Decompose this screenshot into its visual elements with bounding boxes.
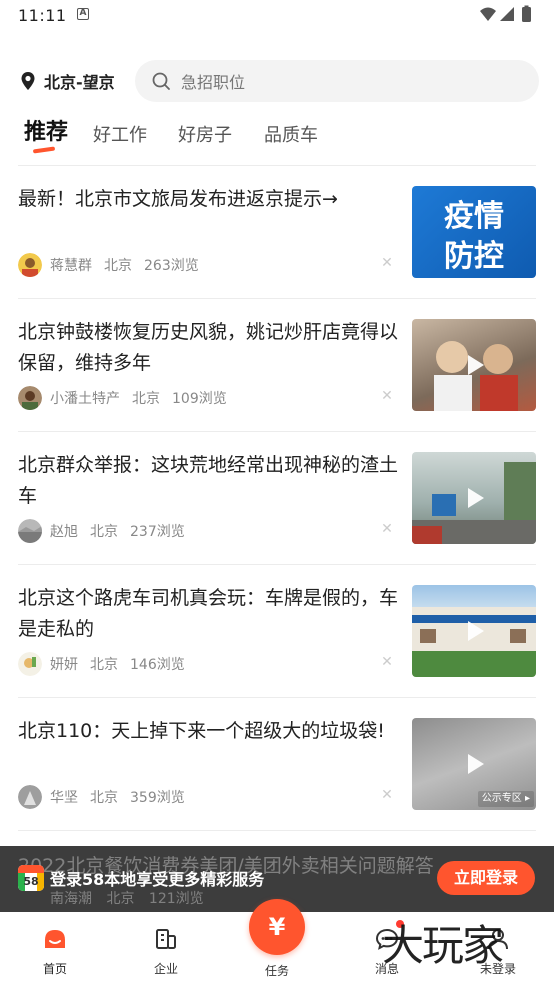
play-icon — [468, 621, 484, 641]
active-tab-indicator — [32, 146, 56, 154]
article-views: 146浏览 — [130, 657, 185, 673]
article-feed[interactable]: 最新！北京市文旅局发布进返京提示→ 蒋慧群 北京 263浏览 ✕ 疫情 防控 北… — [0, 166, 554, 866]
building-icon — [156, 929, 176, 949]
nav-home[interactable]: 首页 — [15, 926, 95, 977]
tab-jobs[interactable]: 好工作 — [93, 121, 147, 147]
article-author: 赵旭 — [50, 524, 78, 540]
article-author: 妍妍 — [50, 657, 78, 673]
location-selector[interactable]: 北京-望京 — [20, 68, 115, 94]
tab-housing[interactable]: 好房子 — [178, 121, 232, 147]
article-views: 109浏览 — [172, 391, 227, 407]
signal-icon — [500, 7, 514, 21]
article-author: 小潘土特产 — [50, 391, 120, 407]
article-city: 北京 — [90, 524, 118, 540]
article-meta: 华坚 北京 359浏览 — [18, 785, 197, 809]
play-icon — [468, 355, 484, 375]
tab-recommend[interactable]: 推荐 — [24, 114, 68, 146]
article-title: 最新！北京市文旅局发布进返京提示→ — [18, 188, 338, 210]
thumbnail-text-line2: 防控 — [444, 239, 504, 274]
article-title: 北京群众举报：这块荒地经常出现神秘的渣土车 — [18, 454, 399, 507]
article-views: 263浏览 — [144, 258, 199, 274]
notification-a-icon: A — [77, 8, 89, 20]
article-meta: 赵旭 北京 237浏览 — [18, 519, 197, 543]
battery-icon — [522, 7, 531, 22]
article-meta: 小潘土特产 北京 109浏览 — [18, 386, 239, 410]
article-city: 北京 — [132, 391, 160, 407]
thumbnail-text-line1: 疫情 — [444, 199, 504, 234]
location-pin-icon — [21, 72, 35, 90]
article-city: 北京 — [90, 657, 118, 673]
article-divider — [18, 830, 536, 831]
search-placeholder: 急招职位 — [181, 73, 246, 92]
article-author: 华坚 — [50, 790, 78, 806]
status-bar: 11:11 A — [0, 0, 554, 30]
article-video-thumbnail[interactable] — [412, 452, 536, 544]
public-notice-badge: 公示专区 ▸ — [477, 791, 534, 807]
article-item[interactable]: 北京群众举报：这块荒地经常出现神秘的渣土车 赵旭 北京 237浏览 ✕ — [18, 432, 536, 565]
app-logo-icon: 58 — [18, 865, 44, 891]
partial-article-meta: 南海潮 北京 121浏览 — [50, 888, 204, 908]
article-city: 北京 — [90, 790, 118, 806]
avatar — [18, 253, 42, 277]
article-thumbnail: 疫情 防控 — [412, 186, 536, 278]
search-input[interactable]: 急招职位 — [135, 60, 539, 102]
task-button[interactable]: ¥ — [249, 899, 305, 955]
article-meta: 蒋慧群 北京 263浏览 — [18, 253, 211, 277]
article-views: 237浏览 — [130, 524, 185, 540]
partial-article-city: 北京 — [106, 891, 135, 907]
partial-article-author: 南海潮 — [50, 891, 92, 907]
app-logo-text: 58 — [23, 875, 38, 888]
article-item[interactable]: 北京钟鼓楼恢复历史风貌，姚记炒肝店竟得以保留，维持多年 小潘土特产 北京 109… — [18, 299, 536, 432]
play-icon — [468, 754, 484, 774]
article-title: 北京钟鼓楼恢复历史风貌，姚记炒肝店竟得以保留，维持多年 — [18, 321, 399, 374]
article-video-thumbnail[interactable]: 公示专区 ▸ — [412, 718, 536, 810]
article-author: 蒋慧群 — [50, 258, 92, 274]
nav-company[interactable]: 企业 — [126, 926, 206, 977]
dismiss-icon[interactable]: ✕ — [380, 522, 394, 536]
nav-home-label: 首页 — [42, 962, 67, 976]
search-icon — [152, 72, 170, 90]
article-item[interactable]: 北京110：天上掉下来一个超级大的垃圾袋! 华坚 北京 359浏览 ✕ 公示专区… — [18, 698, 536, 831]
dismiss-icon[interactable]: ✕ — [380, 788, 394, 802]
article-item[interactable]: 北京这个路虎车司机真会玩：车牌是假的，车是走私的 妍妍 北京 146浏览 ✕ — [18, 565, 536, 698]
nav-company-label: 企业 — [153, 962, 178, 976]
avatar — [18, 386, 42, 410]
category-tabs: 推荐 好工作 好房子 品质车 — [0, 114, 554, 164]
status-icons — [480, 5, 531, 22]
location-label: 北京-望京 — [44, 73, 115, 92]
partial-article-views: 121浏览 — [148, 891, 204, 907]
article-video-thumbnail[interactable] — [412, 319, 536, 411]
article-city: 北京 — [104, 258, 132, 274]
wifi-icon — [480, 7, 496, 21]
avatar — [18, 519, 42, 543]
tab-cars[interactable]: 品质车 — [264, 121, 318, 147]
article-title: 北京这个路虎车司机真会玩：车牌是假的，车是走私的 — [18, 587, 399, 640]
dismiss-icon[interactable]: ✕ — [380, 256, 394, 270]
watermark-text: 大玩家 — [382, 921, 504, 970]
dismiss-icon[interactable]: ✕ — [380, 655, 394, 669]
avatar — [18, 652, 42, 676]
article-title: 北京110：天上掉下来一个超级大的垃圾袋! — [18, 720, 385, 742]
article-views: 359浏览 — [130, 790, 185, 806]
login-prompt-text: 登录58本地享受更多精彩服务 — [50, 870, 265, 889]
home-icon — [45, 930, 65, 948]
article-video-thumbnail[interactable] — [412, 585, 536, 677]
dismiss-icon[interactable]: ✕ — [380, 389, 394, 403]
avatar — [18, 785, 42, 809]
play-icon — [468, 488, 484, 508]
article-item[interactable]: 最新！北京市文旅局发布进返京提示→ 蒋慧群 北京 263浏览 ✕ 疫情 防控 — [18, 166, 536, 299]
login-button[interactable]: 立即登录 — [437, 861, 535, 895]
article-meta: 妍妍 北京 146浏览 — [18, 652, 197, 676]
nav-task-label: 任务 — [264, 964, 289, 978]
status-time: 11:11 — [18, 6, 67, 25]
